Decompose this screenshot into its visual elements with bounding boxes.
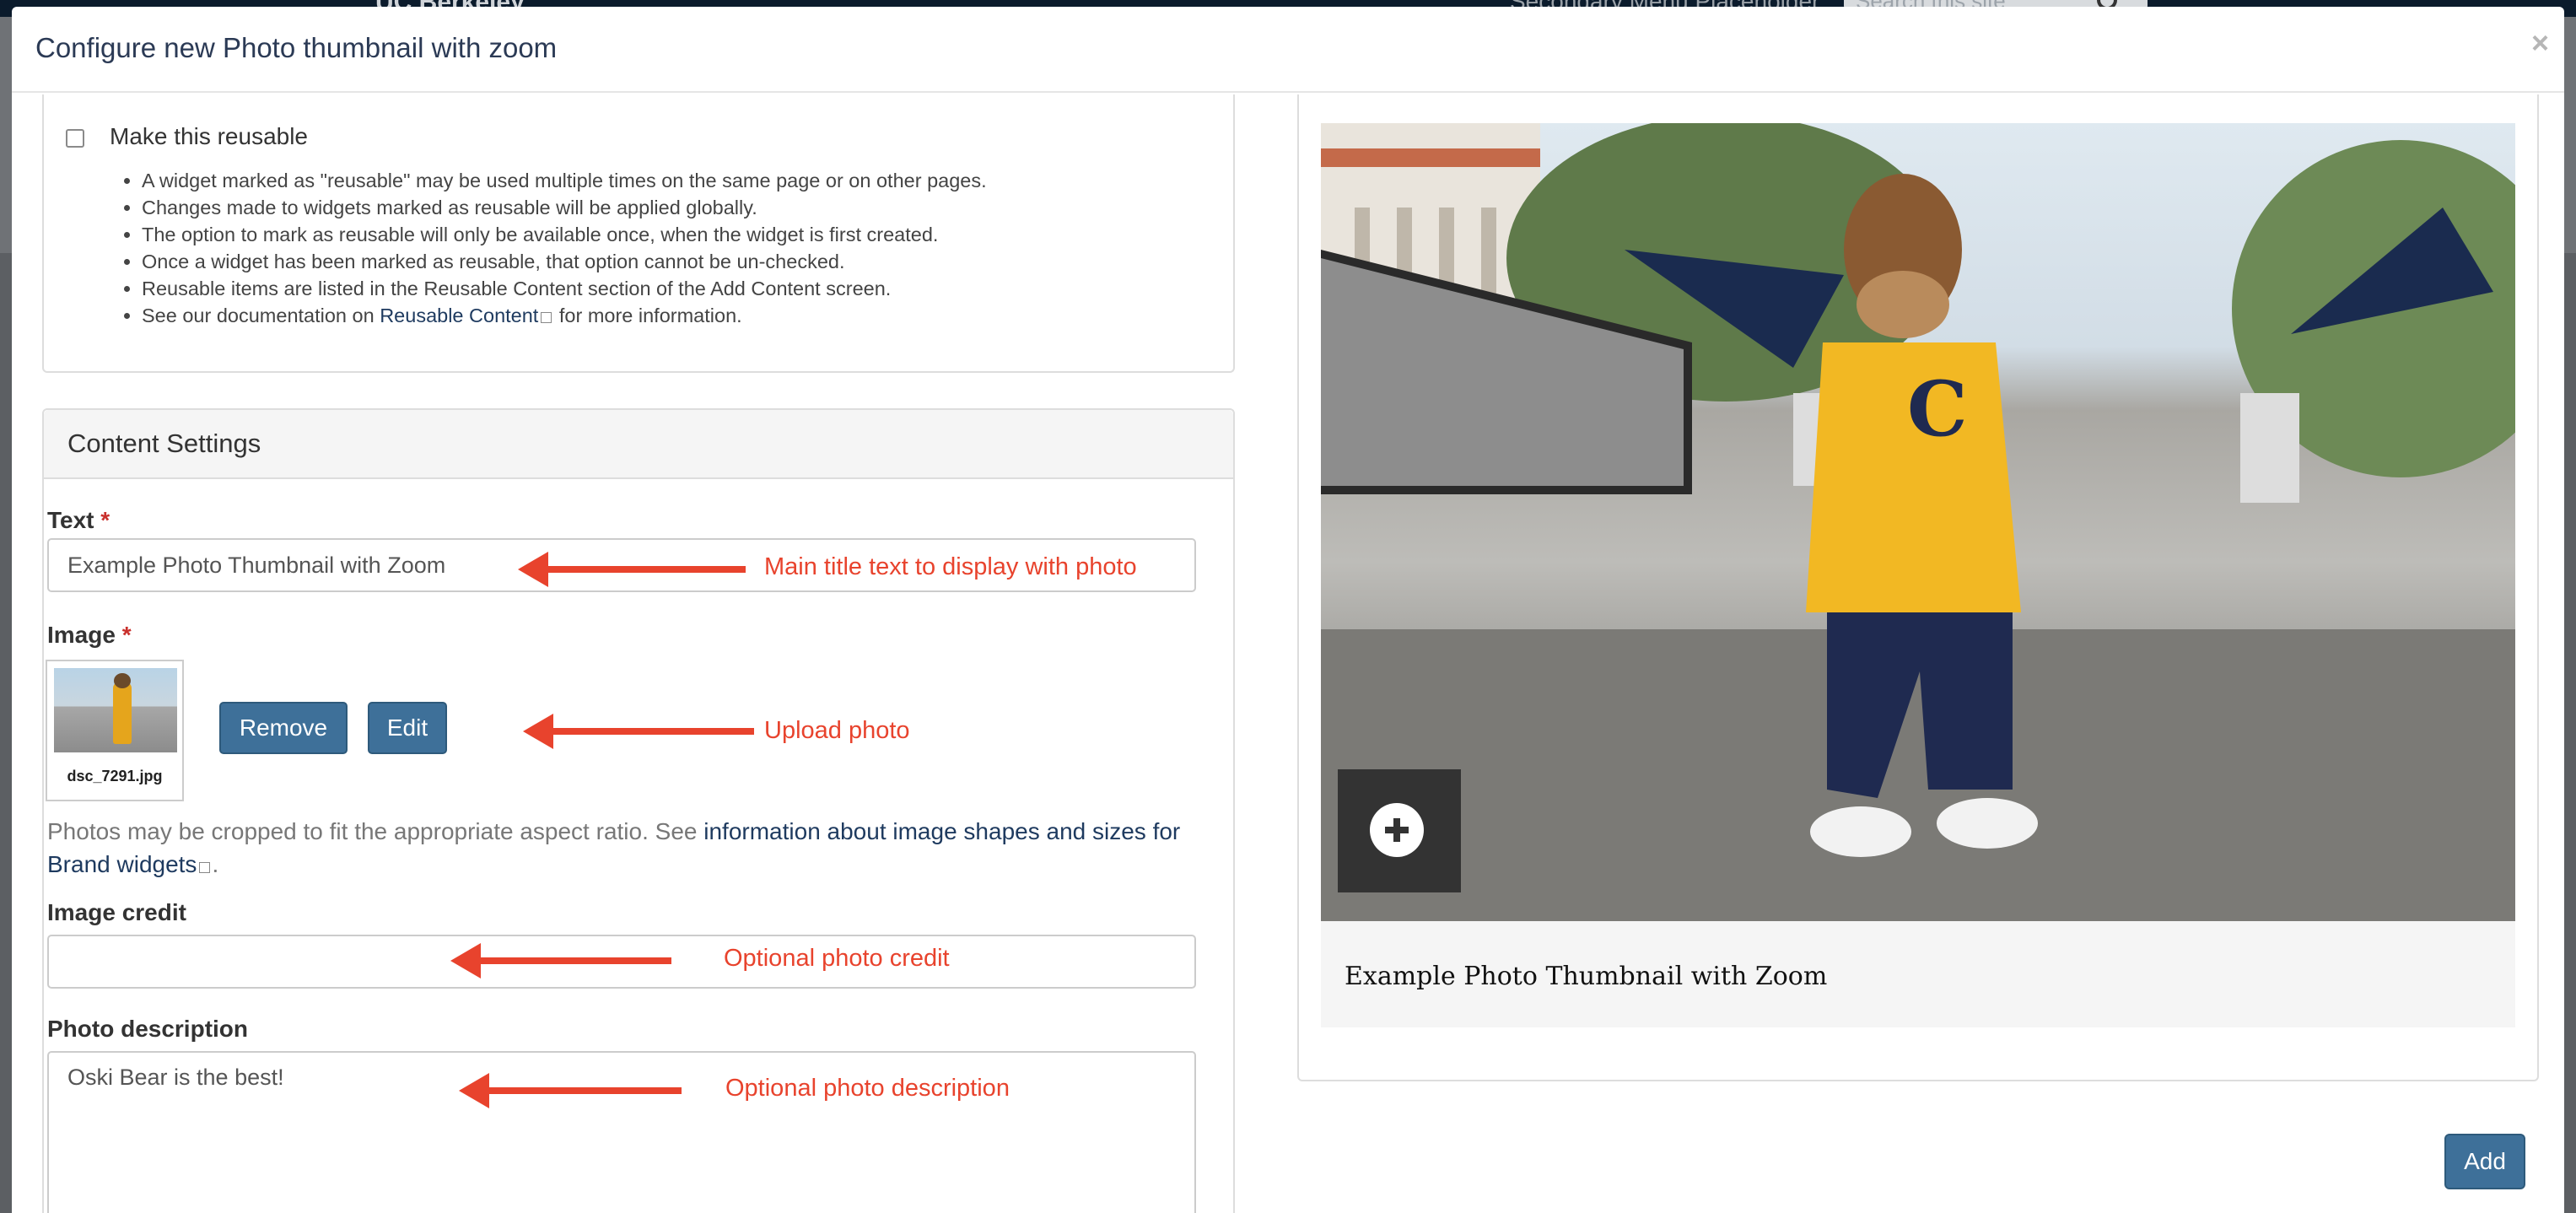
reusable-info-list: A widget marked as "reusable" may be use…	[113, 167, 1238, 329]
annotation-credit: Optional photo credit	[724, 945, 950, 972]
list-item: See our documentation on Reusable Conten…	[142, 302, 1238, 329]
reusable-content-link[interactable]: Reusable Content	[380, 305, 538, 326]
text-field-label: Text *	[47, 507, 110, 534]
photo-description-label: Photo description	[47, 1016, 248, 1042]
modal-header: Configure new Photo thumbnail with zoom …	[12, 7, 2564, 93]
add-button[interactable]: Add	[2444, 1134, 2525, 1189]
annotation-arrow	[518, 552, 746, 587]
configure-widget-modal: Configure new Photo thumbnail with zoom …	[12, 7, 2564, 1213]
thumbnail-figure	[113, 682, 132, 744]
required-marker: *	[121, 622, 132, 648]
doc-suffix: for more information.	[553, 305, 742, 326]
external-link-icon	[541, 312, 552, 323]
list-item: The option to mark as reusable will only…	[142, 221, 1238, 248]
remove-image-button[interactable]: Remove	[219, 702, 348, 754]
help-prefix: Photos may be cropped to fit the appropr…	[47, 818, 704, 844]
preview-caption: Example Photo Thumbnail with Zoom	[1345, 962, 1828, 991]
image-label: Image	[47, 622, 116, 648]
content-settings-title: Content Settings	[67, 429, 261, 458]
reusable-label[interactable]: Make this reusable	[110, 123, 308, 150]
image-thumbnail[interactable]: dsc_7291.jpg	[46, 660, 184, 801]
annotation-description: Optional photo description	[725, 1075, 1010, 1102]
external-link-icon	[199, 862, 211, 873]
close-icon[interactable]: ×	[2531, 25, 2549, 61]
photo-description-textarea[interactable]: Oski Bear is the best!	[47, 1051, 1196, 1213]
plus-icon-bar	[1393, 818, 1400, 842]
list-item: Once a widget has been marked as reusabl…	[142, 248, 1238, 275]
list-item: A widget marked as "reusable" may be use…	[142, 167, 1238, 194]
annotation-arrow	[450, 943, 671, 978]
list-item: Reusable items are listed in the Reusabl…	[142, 275, 1238, 302]
zoom-button[interactable]	[1338, 769, 1461, 892]
image-filename: dsc_7291.jpg	[67, 768, 163, 784]
required-marker: *	[100, 507, 110, 533]
image-credit-label: Image credit	[47, 899, 186, 925]
image-field-label: Image *	[47, 622, 132, 649]
svg-text:C: C	[1907, 364, 1968, 454]
content-settings-heading: Content Settings	[44, 410, 1233, 479]
text-label: Text	[47, 507, 94, 533]
reusable-checkbox[interactable]	[66, 129, 84, 148]
reusable-panel: Make this reusable A widget marked as "r…	[42, 94, 1235, 373]
thumbnail-figure-head	[114, 673, 131, 688]
annotation-arrow	[523, 714, 754, 749]
help-suffix: .	[212, 851, 219, 877]
edit-image-button[interactable]: Edit	[368, 702, 447, 754]
preview-photo: C	[1321, 123, 2515, 921]
list-item: Changes made to widgets marked as reusab…	[142, 194, 1238, 221]
image-help-text: Photos may be cropped to fit the appropr…	[47, 815, 1228, 881]
preview-photo-art: C	[1321, 123, 2515, 921]
annotation-upload: Upload photo	[764, 717, 910, 744]
modal-title: Configure new Photo thumbnail with zoom	[35, 32, 558, 63]
annotation-text: Main title text to display with photo	[764, 553, 1137, 580]
annotation-arrow	[459, 1073, 682, 1108]
thumbnail-photo	[54, 668, 177, 752]
doc-prefix: See our documentation on	[142, 305, 380, 326]
